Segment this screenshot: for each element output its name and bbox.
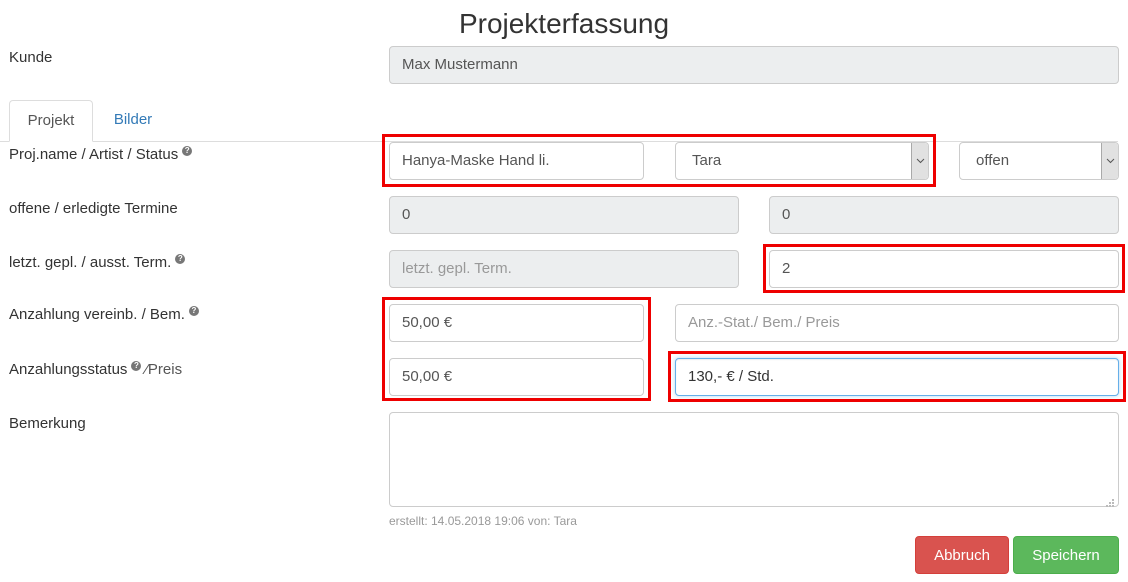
resize-grip-icon[interactable] — [1106, 494, 1114, 507]
page-title: Projekterfassung — [458, 8, 670, 39]
help-icon[interactable]: ? — [175, 254, 186, 264]
status-select-value: offen — [976, 152, 1010, 169]
remark-textarea[interactable] — [389, 412, 1119, 507]
done-appointments-field[interactable]: 0 — [769, 196, 1119, 234]
deposit-status-label: Anzahlungsstatus? ⁄Preis — [9, 361, 182, 378]
appointments-label: offene / erledigte Termine — [9, 200, 178, 217]
deposit-remark-input[interactable]: Anz.-Stat./ Bem./ Preis — [675, 304, 1119, 342]
chevron-down-icon[interactable] — [1101, 143, 1118, 179]
remark-label: Bemerkung — [9, 415, 86, 432]
created-info: erstellt: 14.05.2018 19:06 von: Tara — [389, 514, 577, 528]
highlight-box — [382, 297, 651, 401]
project-label-text: Proj.name / Artist / Status — [9, 146, 179, 163]
highlight-box — [668, 351, 1126, 402]
status-select[interactable]: offen — [959, 142, 1119, 180]
help-icon[interactable]: ? — [182, 146, 193, 156]
last-planned-term-field[interactable]: letzt. gepl. Term. — [389, 250, 739, 288]
last-term-label-text: letzt. gepl. / ausst. Term. — [9, 254, 172, 271]
customer-field[interactable]: Max Mustermann — [389, 46, 1119, 84]
project-label: Proj.name / Artist / Status? — [9, 146, 193, 163]
customer-label: Kunde — [9, 49, 53, 66]
help-icon[interactable]: ? — [188, 306, 199, 316]
deposit-label-text: Anzahlung vereinb. / Bem. — [9, 306, 185, 323]
open-appointments-field[interactable]: 0 — [389, 196, 739, 234]
deposit-status-label-text: Anzahlungsstatus — [9, 361, 128, 378]
deposit-label: Anzahlung vereinb. / Bem.? — [9, 306, 199, 323]
cancel-button[interactable]: Abbruch — [915, 536, 1009, 574]
last-term-label: letzt. gepl. / ausst. Term.? — [9, 254, 186, 271]
highlight-box — [382, 134, 936, 187]
highlight-box — [763, 244, 1125, 293]
deposit-status-label-suffix: ⁄Preis — [145, 361, 183, 378]
save-button[interactable]: Speichern — [1013, 536, 1119, 574]
help-icon[interactable]: ? — [131, 361, 142, 371]
tab-projekt[interactable]: Projekt — [9, 100, 93, 142]
tab-bilder[interactable]: Bilder — [100, 100, 166, 142]
